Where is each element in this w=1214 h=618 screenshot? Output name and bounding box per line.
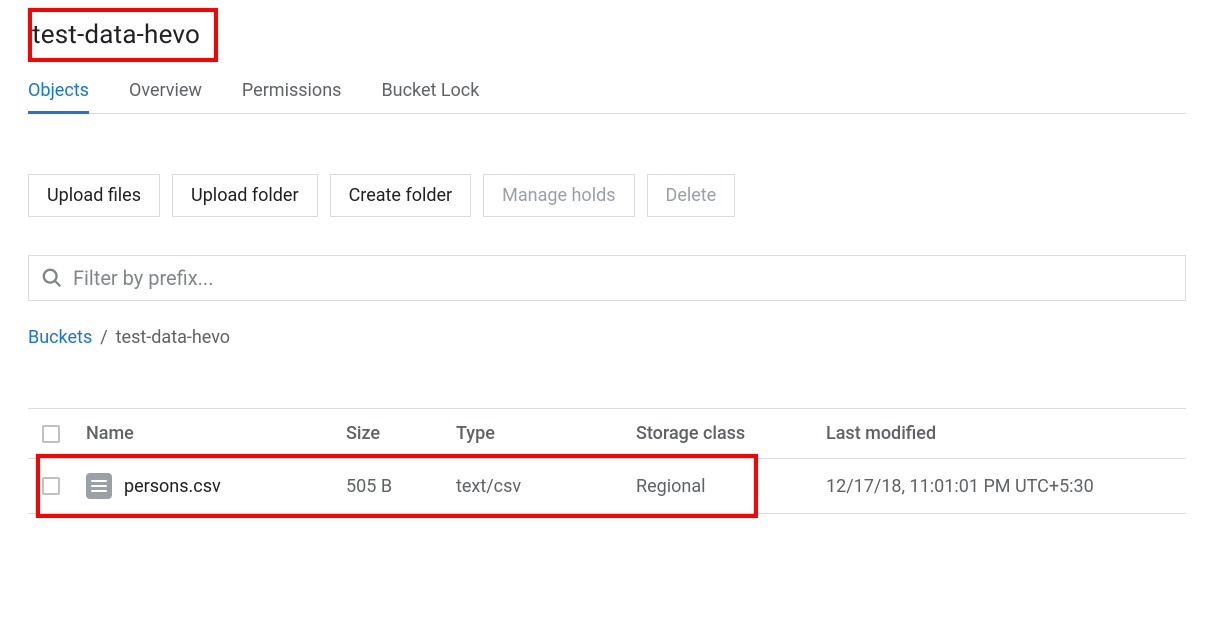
- breadcrumb: Buckets / test-data-hevo: [28, 327, 1186, 348]
- header-size[interactable]: Size: [346, 423, 456, 444]
- create-folder-button[interactable]: Create folder: [330, 174, 472, 217]
- manage-holds-button: Manage holds: [483, 174, 634, 217]
- tab-overview[interactable]: Overview: [129, 70, 202, 113]
- tab-permissions[interactable]: Permissions: [242, 70, 342, 113]
- table-row[interactable]: persons.csv 505 B text/csv Regional 12/1…: [28, 459, 1186, 513]
- breadcrumb-current: test-data-hevo: [116, 327, 230, 348]
- file-icon: [86, 473, 112, 499]
- tab-objects[interactable]: Objects: [28, 70, 89, 113]
- tab-bar: Objects Overview Permissions Bucket Lock: [28, 70, 1186, 114]
- table-header-row: Name Size Type Storage class Last modifi…: [28, 409, 1186, 458]
- file-type: text/csv: [456, 476, 636, 497]
- select-all-checkbox[interactable]: [42, 425, 60, 443]
- toolbar: Upload files Upload folder Create folder…: [28, 174, 1186, 217]
- delete-button: Delete: [647, 174, 736, 217]
- filter-input[interactable]: [73, 266, 1173, 290]
- header-type[interactable]: Type: [456, 423, 636, 444]
- header-storage-class[interactable]: Storage class: [636, 423, 826, 444]
- breadcrumb-root[interactable]: Buckets: [28, 327, 92, 348]
- divider: [28, 513, 1186, 514]
- header-last-modified[interactable]: Last modified: [826, 423, 1176, 444]
- file-storage-class: Regional: [636, 476, 826, 497]
- upload-folder-button[interactable]: Upload folder: [172, 174, 318, 217]
- object-table: Name Size Type Storage class Last modifi…: [28, 408, 1186, 514]
- row-checkbox[interactable]: [42, 477, 60, 495]
- file-last-modified: 12/17/18, 11:01:01 PM UTC+5:30: [826, 476, 1176, 497]
- file-name[interactable]: persons.csv: [124, 476, 221, 497]
- tab-bucket-lock[interactable]: Bucket Lock: [381, 70, 479, 113]
- filter-bar[interactable]: [28, 255, 1186, 301]
- title-highlight-box: test-data-hevo: [28, 8, 218, 62]
- breadcrumb-separator: /: [100, 327, 107, 348]
- bucket-title: test-data-hevo: [32, 20, 200, 50]
- file-size: 505 B: [346, 476, 456, 497]
- search-icon: [41, 267, 63, 289]
- header-name[interactable]: Name: [86, 423, 346, 444]
- upload-files-button[interactable]: Upload files: [28, 174, 160, 217]
